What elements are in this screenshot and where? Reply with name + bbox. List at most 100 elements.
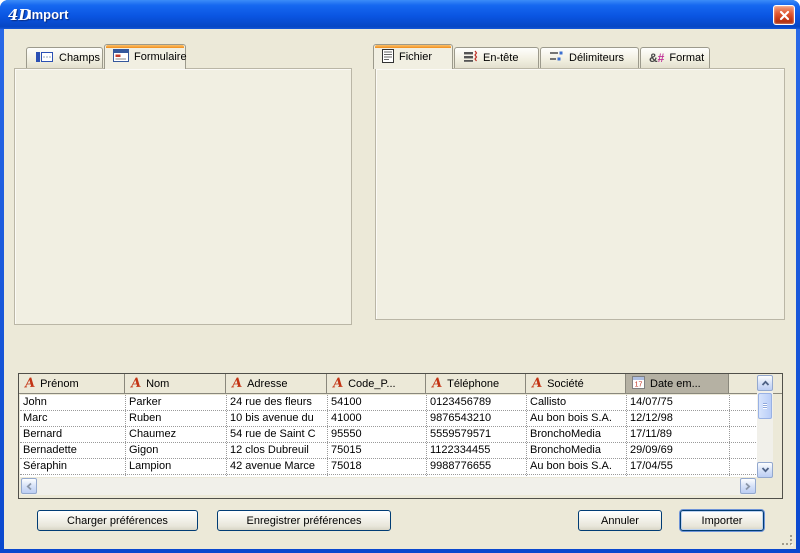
table-cell: 54100 bbox=[328, 395, 427, 410]
formulaire-tab-page bbox=[14, 68, 352, 325]
table-row[interactable]: MarcRuben10 bis avenue du410009876543210… bbox=[20, 411, 758, 427]
table-cell: 17/11/89 bbox=[627, 427, 730, 442]
column-header[interactable]: A Prénom bbox=[19, 374, 125, 393]
tab-fichier[interactable]: Fichier bbox=[373, 44, 453, 69]
table-cell: 14/07/75 bbox=[627, 395, 730, 410]
table-cell: 17/04/55 bbox=[627, 459, 730, 474]
table-cell: John bbox=[20, 395, 126, 410]
scrollbar-thumb[interactable] bbox=[758, 393, 772, 419]
4d-logo-icon: 4D bbox=[8, 6, 28, 24]
import-button[interactable]: Importer bbox=[680, 510, 764, 531]
table-cell: 1122334455 bbox=[427, 443, 527, 458]
cancel-button[interactable]: Annuler bbox=[578, 510, 662, 531]
table-cell: 68100 bbox=[328, 475, 427, 477]
preview-table-header: A Prénom A Nom A Adresse A Code_P... A T… bbox=[19, 374, 782, 394]
table-cell: 9988776655 bbox=[427, 459, 527, 474]
column-label: Date em... bbox=[650, 378, 701, 390]
table-cell: Bernadette bbox=[20, 443, 126, 458]
column-label: Téléphone bbox=[447, 378, 499, 390]
table-cell bbox=[427, 475, 527, 477]
column-header[interactable]: A Adresse bbox=[226, 374, 327, 393]
table-cell: Bernard bbox=[20, 427, 126, 442]
date-field-icon: 17 bbox=[632, 376, 645, 392]
tab-formulaire[interactable]: Formulaire bbox=[104, 44, 186, 69]
tab-format[interactable]: &# Format bbox=[640, 47, 710, 68]
table-vertical-scrollbar[interactable] bbox=[757, 375, 773, 478]
table-row[interactable]: BernardChaumez54 rue de Saint C955505559… bbox=[20, 427, 758, 443]
table-cell: Barnabe bbox=[20, 475, 126, 477]
load-preferences-button[interactable]: Charger préférences bbox=[37, 510, 198, 531]
import-dialog-window: 4D Import Champs Formulaire bbox=[0, 0, 800, 553]
tab-label: Délimiteurs bbox=[569, 52, 624, 64]
table-cell: Dupuis bbox=[126, 475, 227, 477]
table-cell: 10 bis avenue du bbox=[227, 411, 328, 426]
column-header[interactable]: A Société bbox=[526, 374, 626, 393]
table-row[interactable]: SéraphinLampion42 avenue Marce7501899887… bbox=[20, 459, 758, 475]
ampersand-hash-icon: &# bbox=[649, 51, 664, 65]
table-cell: 24 rue des fleurs bbox=[227, 395, 328, 410]
table-cell: 75015 bbox=[328, 443, 427, 458]
thumb-grip bbox=[763, 403, 767, 409]
tab-entete[interactable]: En-tête bbox=[454, 47, 539, 68]
column-label: Société bbox=[547, 378, 584, 390]
table-cell: Au bon bois S.A. bbox=[527, 411, 627, 426]
table-cell: 29/09/69 bbox=[627, 443, 730, 458]
column-header[interactable]: A Nom bbox=[125, 374, 226, 393]
table-cell: Gigon bbox=[126, 443, 227, 458]
svg-text:17: 17 bbox=[635, 381, 643, 388]
table-cell: Marc bbox=[20, 411, 126, 426]
tab-label: Formulaire bbox=[134, 51, 187, 63]
column-label: Nom bbox=[146, 378, 169, 390]
table-cell: Séraphin bbox=[20, 459, 126, 474]
tab-champs[interactable]: Champs bbox=[26, 47, 103, 68]
table-cell: BronchoMedia bbox=[527, 443, 627, 458]
resize-grip-icon[interactable] bbox=[781, 534, 794, 547]
delimiter-lines-icon bbox=[549, 50, 564, 66]
table-cell: 0123456789 bbox=[427, 395, 527, 410]
alpha-field-icon: A bbox=[131, 377, 142, 390]
data-preview-table: A Prénom A Nom A Adresse A Code_P... A T… bbox=[18, 373, 783, 499]
table-cell: Au bon bois S.A. bbox=[527, 475, 627, 477]
scroll-right-icon[interactable] bbox=[740, 478, 756, 494]
alpha-field-icon: A bbox=[432, 377, 443, 390]
table-cell: Ruben bbox=[126, 411, 227, 426]
document-icon bbox=[382, 49, 394, 66]
alpha-field-icon: A bbox=[333, 377, 344, 390]
close-button[interactable] bbox=[773, 5, 795, 25]
table-cell: 1 chemin du port bbox=[227, 475, 328, 477]
table-cell: Chaumez bbox=[126, 427, 227, 442]
table-horizontal-scrollbar[interactable] bbox=[21, 478, 756, 495]
scroll-left-icon[interactable] bbox=[21, 478, 37, 494]
tab-label: Fichier bbox=[399, 51, 432, 63]
tab-label: Champs bbox=[59, 52, 100, 64]
column-label: Code_P... bbox=[348, 378, 396, 390]
tab-delimiteurs[interactable]: Délimiteurs bbox=[540, 47, 639, 68]
title-bar[interactable]: 4D Import bbox=[0, 0, 800, 29]
save-preferences-button[interactable]: Enregistrer préférences bbox=[217, 510, 391, 531]
column-label: Prénom bbox=[40, 378, 79, 390]
column-header[interactable]: 17 Date em... bbox=[626, 374, 729, 393]
alpha-field-icon: A bbox=[532, 377, 543, 390]
fichier-tab-page bbox=[375, 68, 785, 320]
table-cell: 9876543210 bbox=[427, 411, 527, 426]
tab-label: En-tête bbox=[483, 52, 518, 64]
dialog-client-area: Champs Formulaire Table d'import : Emplo… bbox=[4, 29, 796, 549]
table-cell: Au bon bois S.A. bbox=[527, 459, 627, 474]
table-row[interactable]: BarnabeDupuis1 chemin du port68100 Au bon… bbox=[20, 475, 758, 477]
column-header[interactable]: A Code_P... bbox=[327, 374, 426, 393]
scroll-down-icon[interactable] bbox=[757, 462, 773, 478]
field-icon bbox=[35, 51, 54, 66]
table-row[interactable]: BernadetteGigon12 clos Dubreuil750151122… bbox=[20, 443, 758, 459]
scroll-up-icon[interactable] bbox=[757, 375, 773, 391]
column-label: Adresse bbox=[247, 378, 287, 390]
table-row[interactable]: JohnParker24 rue des fleurs5410001234567… bbox=[20, 395, 758, 411]
table-cell: 95550 bbox=[328, 427, 427, 442]
form-window-icon bbox=[113, 49, 129, 65]
close-icon bbox=[779, 10, 790, 21]
tab-label: Format bbox=[669, 52, 704, 64]
table-cell: Parker bbox=[126, 395, 227, 410]
table-cell: 12/12/98 bbox=[627, 411, 730, 426]
column-header[interactable]: A Téléphone bbox=[426, 374, 526, 393]
alpha-field-icon: A bbox=[232, 377, 243, 390]
alpha-field-icon: A bbox=[25, 377, 36, 390]
